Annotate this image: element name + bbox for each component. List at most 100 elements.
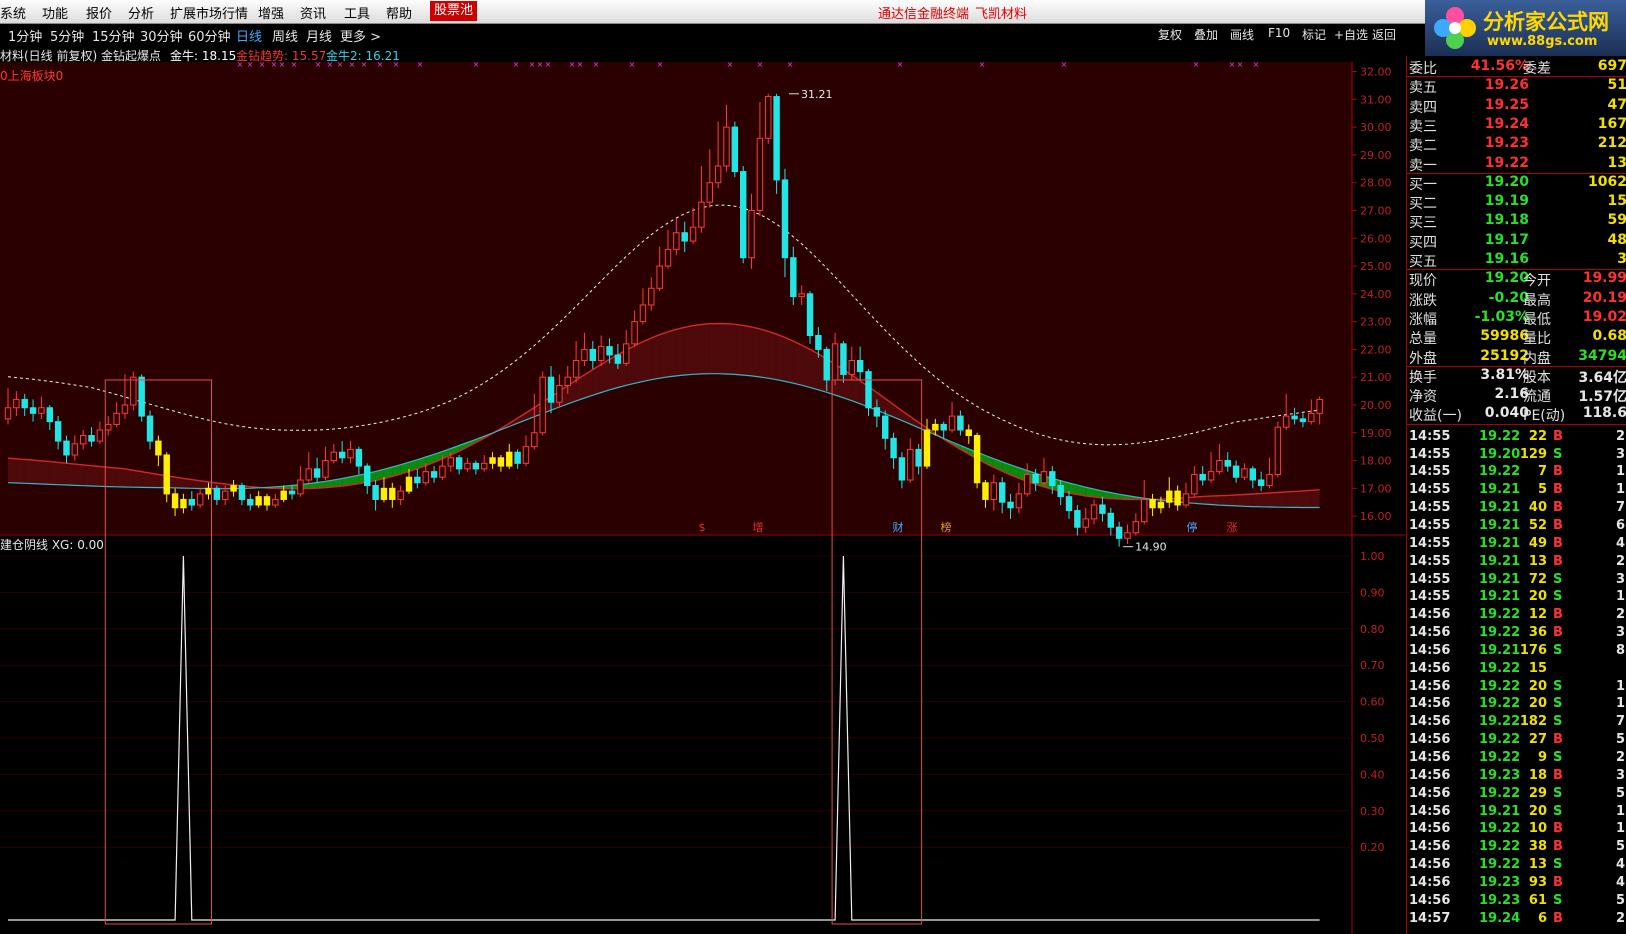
menu-item-4[interactable]: 扩展市场行情 [170,3,248,22]
trend-band-segment [743,325,752,376]
quote-value: 19.23 [1484,135,1529,152]
quote-separator [1407,423,1626,425]
menu-item-7[interactable]: 工具 [344,3,370,22]
tick-side: S [1553,714,1563,730]
toolbar-button-4[interactable]: 标记 [1302,26,1326,43]
trend-band-segment [116,468,125,488]
trend-band-segment [784,337,794,384]
quote-label-2: 最高 [1523,292,1551,309]
period-tab-2[interactable]: 15分钟 [92,26,135,45]
quote-value-2: 1.57亿 [1578,389,1626,406]
trend-band-segment [651,334,660,380]
event-mark-1[interactable]: 增 [753,520,764,534]
tick-time: 14:55 [1409,517,1451,533]
period-tab-5[interactable]: 日线 [236,26,262,45]
tick-price: 19.22 [1479,464,1521,480]
tick-time: 14:55 [1409,589,1451,605]
menu-item-6[interactable]: 资讯 [300,3,326,22]
tick-count: 1 [1615,678,1625,694]
tick-time: 14:57 [1409,910,1451,926]
tick-count: 7 [1615,714,1625,730]
tick-time: 14:56 [1409,696,1451,712]
candle [773,93,780,194]
event-mark-4[interactable]: 停 [1187,520,1198,534]
menu-item-0[interactable]: 系统 [0,3,26,22]
event-mark-2[interactable]: 财 [893,520,904,534]
quote-row: 买三 19.18 59 [1407,212,1626,231]
event-mark-5[interactable]: 涨 [1227,521,1238,534]
tick-price: 19.22 [1479,625,1521,641]
toolbar-button-6[interactable]: 返回 [1372,26,1396,43]
stock-pool-button[interactable]: 股票池 [430,1,478,21]
trend-band-segment [108,467,117,487]
tick-side: S [1553,589,1563,605]
period-tab-0[interactable]: 1分钟 [8,26,42,45]
tick-row: 14:55 19.21 52 B 6 [1407,518,1626,536]
menu-item-5[interactable]: 增强 [258,3,284,22]
quote-label-2: PE(动) [1523,408,1566,425]
tick-time: 14:55 [1409,446,1451,462]
trend-band-segment [8,458,17,483]
tick-time: 14:55 [1409,571,1451,587]
quote-separator [1407,365,1626,367]
tick-price: 19.21 [1479,482,1521,498]
price-tick-label: 25.00 [1360,260,1392,273]
event-mark-3[interactable]: 榜 [941,520,952,534]
tick-volume: 49 [1528,535,1547,551]
high-label: 31.21 [801,88,833,101]
period-tab-1[interactable]: 5分钟 [50,26,84,45]
price-tick-label: 19.00 [1360,427,1392,440]
quote-row: 涨幅 -1.03% 最低 19.02 [1407,309,1626,328]
toolbar-button-5[interactable]: +自选 [1334,26,1368,43]
trend-band-segment [1311,489,1320,508]
event-mark-0[interactable]: $ [699,521,706,534]
tick-side: B [1553,625,1563,641]
menu-item-8[interactable]: 帮助 [386,3,412,22]
kline-chart[interactable]: 32.00 31.00 30.00 29.00 28.00 27.00 26.00 25.00… [0,62,1405,934]
quote-label: 卖五 [1409,80,1437,97]
indicator-tick-label: 0.50 [1360,732,1385,745]
quote-row: 卖二 19.23 212 [1407,135,1626,154]
trend-band-segment [709,323,719,374]
tick-count: 6 [1615,517,1625,533]
tick-volume: 176 [1519,642,1547,658]
tick-row: 14:56 19.22 29 S 5 [1407,786,1626,804]
trend-band-segment [58,462,67,486]
toolbar-button-1[interactable]: 叠加 [1194,26,1218,43]
toolbar-button-3[interactable]: F10 [1268,26,1290,40]
quote-value-2: 697 [1597,58,1626,74]
tick-count: 4 [1615,857,1625,873]
toolbar-button-2[interactable]: 画线 [1230,26,1254,43]
period-tab-6[interactable]: 周线 [272,26,298,45]
tick-row: 14:56 19.23 18 B 3 [1407,768,1626,786]
period-tab-8[interactable]: 更多 > [340,26,381,45]
toolbar-button-0[interactable]: 复权 [1158,26,1182,43]
tick-price: 19.23 [1479,874,1521,890]
menu-item-2[interactable]: 报价 [86,3,112,22]
main-panel-bg [0,62,1352,534]
x-marker: × [545,62,552,69]
menu-item-1[interactable]: 功能 [42,3,68,22]
tick-count: 5 [1615,785,1625,801]
price-tick-label: 29.00 [1360,149,1392,162]
tick-time: 14:56 [1409,821,1451,837]
tick-price: 19.22 [1479,750,1521,765]
tick-time: 14:56 [1409,874,1451,890]
trend-band-segment [659,331,668,379]
tick-count: 1 [1615,696,1625,712]
period-tab-3[interactable]: 30分钟 [140,26,183,45]
tick-price: 19.22 [1479,785,1521,801]
tick-volume: 52 [1528,517,1547,533]
menu-item-3[interactable]: 分析 [128,3,154,22]
tick-price: 19.22 [1479,857,1521,873]
tick-side: S [1553,857,1563,873]
quote-label-2: 今开 [1523,273,1551,290]
tick-price: 19.23 [1479,767,1521,783]
period-tab-7[interactable]: 月线 [306,26,332,45]
trend-band-segment [1252,493,1262,507]
trend-band-segment [776,334,785,382]
tick-volume: 7 [1537,464,1547,480]
tick-row: 14:56 19.22 12 B 2 [1407,607,1626,625]
period-tab-4[interactable]: 60分钟 [188,26,231,45]
tick-time: 14:56 [1409,732,1451,748]
